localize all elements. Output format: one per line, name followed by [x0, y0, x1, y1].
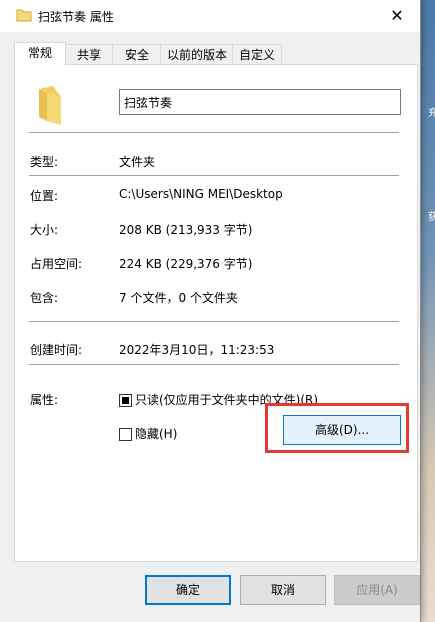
hidden-checkbox[interactable]	[119, 428, 132, 441]
contains-value: 7 个文件，0 个文件夹	[119, 291, 238, 305]
cancel-button[interactable]: 取消	[240, 575, 326, 605]
tab-sharing[interactable]: 共享	[64, 44, 114, 65]
annotation-highlight-box	[265, 403, 409, 453]
close-button[interactable]: ✕	[374, 0, 420, 32]
separator	[29, 364, 399, 365]
location-value: C:\Users\NING MEI\Desktop	[119, 187, 283, 201]
window-title: 扫弦节奏 属性	[38, 10, 114, 24]
type-value: 文件夹	[119, 155, 156, 169]
ok-button[interactable]: 确定	[145, 575, 231, 605]
desktop-text-fragment: 充	[428, 108, 435, 119]
general-panel: 类型: 文件夹 位置: C:\Users\NING MEI\Desktop 大小…	[14, 64, 418, 562]
tab-security[interactable]: 安全	[112, 44, 162, 65]
size-label: 大小:	[30, 223, 59, 237]
hidden-label: 隐藏(H)	[135, 427, 178, 441]
properties-dialog: 扫弦节奏 属性 ✕ 常规 共享 安全 以前的版本 自定义 类型: 文件夹 位置:…	[0, 0, 421, 622]
size-on-disk-label: 占用空间:	[30, 257, 83, 271]
readonly-checkbox[interactable]	[119, 394, 132, 407]
contains-label: 包含:	[30, 291, 59, 305]
apply-button[interactable]: 应用(A)	[334, 575, 420, 605]
type-label: 类型:	[30, 155, 59, 169]
title-bar: 扫弦节奏 属性 ✕	[0, 0, 420, 32]
folder-icon	[39, 86, 61, 125]
close-icon: ✕	[390, 6, 404, 25]
size-on-disk-value: 224 KB (229,376 字节)	[119, 257, 253, 271]
tab-general[interactable]: 常规	[14, 42, 66, 66]
size-value: 208 KB (213,933 字节)	[119, 223, 253, 237]
folder-icon	[16, 9, 32, 22]
folder-name-input[interactable]	[119, 89, 401, 115]
desktop-text-fragment: 获	[428, 212, 435, 223]
tab-customize[interactable]: 自定义	[232, 44, 282, 65]
separator	[29, 321, 399, 322]
created-label: 创建时间:	[30, 343, 83, 357]
location-label: 位置:	[30, 189, 59, 203]
separator	[29, 132, 399, 133]
attributes-label: 属性:	[30, 393, 59, 407]
created-value: 2022年3月10日，11:23:53	[119, 343, 275, 357]
tab-previous-versions[interactable]: 以前的版本	[160, 44, 234, 65]
separator	[29, 175, 399, 176]
